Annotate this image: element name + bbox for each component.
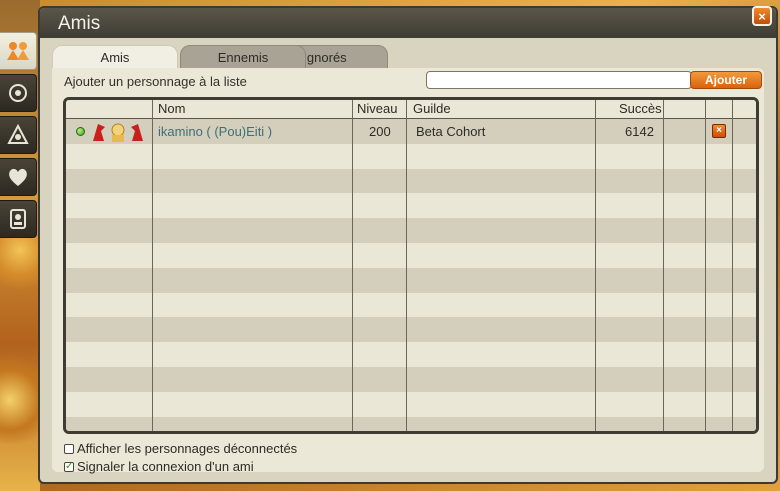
notify-connection-checkbox[interactable]: ✓ [64, 461, 74, 472]
remove-friend-button[interactable]: × [712, 124, 726, 138]
column-divider [732, 100, 733, 431]
sidebar-item-contacts[interactable] [0, 200, 37, 238]
table-body: ikamino ( (Pou)Eiti ) 200 Beta Cohort 61… [66, 119, 756, 431]
title-bar: Amis [40, 8, 776, 38]
friend-guild: Beta Cohort [416, 124, 486, 139]
empty-table-row [66, 342, 756, 367]
table-row[interactable]: ikamino ( (Pou)Eiti ) 200 Beta Cohort 61… [66, 119, 756, 144]
window-title: Amis [58, 13, 101, 34]
guild-icon [7, 124, 29, 144]
friend-name[interactable]: ikamino ( (Pou)Eiti ) [158, 124, 272, 139]
empty-table-row [66, 292, 756, 318]
show-offline-option[interactable]: Afficher les personnages déconnectés [64, 441, 297, 456]
empty-table-row [66, 416, 756, 431]
empty-table-row [66, 317, 756, 343]
table-header: Nom Niveau Guilde Succès [66, 100, 756, 119]
empty-table-row [66, 391, 756, 417]
sidebar-item-guild[interactable] [0, 116, 37, 154]
column-header-success[interactable]: Succès [619, 101, 662, 116]
empty-table-row [66, 168, 756, 194]
friends-table: Nom Niveau Guilde Succès ikamino ( (Pou)… [63, 97, 759, 434]
contacts-icon [10, 209, 26, 229]
online-status-icon [76, 127, 85, 136]
tab-amis[interactable]: Amis [52, 45, 178, 69]
close-button[interactable]: × [752, 6, 772, 26]
column-header-name[interactable]: Nom [158, 101, 185, 116]
column-divider [152, 100, 153, 431]
column-divider [595, 100, 596, 431]
sidebar-item-favorites[interactable] [0, 158, 37, 196]
empty-table-row [66, 267, 756, 293]
column-divider [705, 100, 706, 431]
sidebar [0, 32, 40, 242]
sidebar-item-friends[interactable] [0, 32, 37, 70]
empty-table-row [66, 366, 756, 392]
show-offline-checkbox[interactable] [64, 443, 74, 454]
empty-table-row [66, 193, 756, 219]
friends-window: Amis × Ignorés Ennemis Amis Ajouter un p… [38, 6, 778, 484]
friend-success: 6142 [625, 124, 654, 139]
column-header-level[interactable]: Niveau [357, 101, 397, 116]
show-offline-label: Afficher les personnages déconnectés [77, 441, 298, 456]
column-divider [406, 100, 407, 431]
tab-ennemis[interactable]: Ennemis [180, 45, 306, 69]
notify-connection-label: Signaler la connexion d'un ami [77, 459, 254, 474]
friend-level: 200 [369, 124, 391, 139]
character-portrait-icon [93, 123, 143, 142]
sidebar-item-alliance[interactable] [0, 74, 37, 112]
add-friend-label: Ajouter un personnage à la liste [64, 74, 247, 89]
empty-table-row [66, 143, 756, 169]
add-friend-button[interactable]: Ajouter [690, 71, 762, 89]
friends-icon [7, 42, 29, 60]
notify-connection-option[interactable]: ✓ Signaler la connexion d'un ami [64, 459, 254, 474]
friends-panel: Ajouter un personnage à la liste Ajouter… [52, 68, 764, 474]
alliance-icon [9, 84, 27, 102]
empty-table-row [66, 218, 756, 243]
column-divider [352, 100, 353, 431]
column-divider [663, 100, 664, 431]
add-friend-input[interactable] [426, 71, 692, 89]
heart-icon [9, 168, 27, 186]
column-header-guild[interactable]: Guilde [413, 101, 451, 116]
empty-table-row [66, 242, 756, 268]
